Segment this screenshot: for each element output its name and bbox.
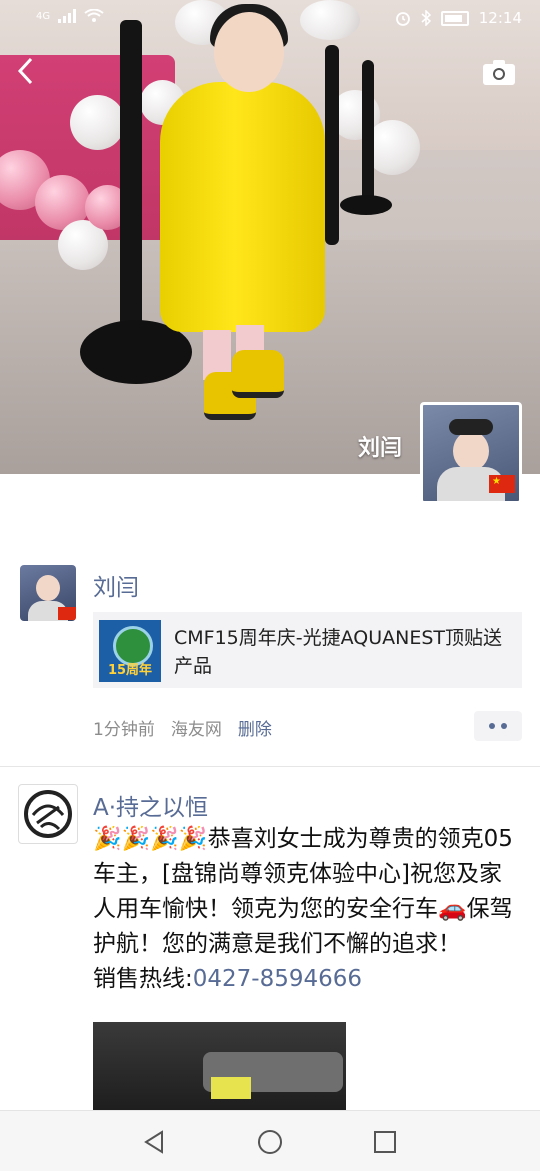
system-nav-bar — [0, 1110, 540, 1171]
network-type: 4G — [36, 10, 51, 22]
china-flag-icon — [58, 607, 76, 620]
thumb-caption: 15周年 — [107, 663, 153, 678]
hotline-number[interactable]: 0427-8594666 — [193, 966, 362, 992]
post-time: 1分钟前 — [93, 720, 155, 740]
avatar-face — [453, 431, 489, 471]
post-body: 🎉🎉🎉🎉恭喜刘女士成为尊贵的领克05车主，[盘锦尚尊领克体验中心]祝您及家人用车… — [93, 822, 513, 997]
balloon — [70, 95, 125, 150]
moment-post: 刘闫 15周年 CMF15周年庆-光捷AQUANEST顶贴送产品 1分钟前 海友… — [0, 545, 540, 765]
stanchion-base — [340, 195, 392, 215]
nav-back-button[interactable] — [142, 1129, 168, 1155]
avatar-face — [36, 575, 60, 601]
cover-username: 刘闫 — [357, 436, 402, 461]
chevron-left-icon — [17, 57, 33, 85]
more-actions-button[interactable] — [474, 711, 522, 741]
china-flag-icon: ★ — [489, 475, 515, 493]
stanchion-pole — [325, 45, 339, 245]
post-meta: 1分钟前 海友网 删除 — [93, 715, 272, 740]
child-boot — [232, 350, 284, 398]
car-emoji: 🚗 — [438, 896, 467, 922]
camera-icon — [483, 60, 515, 85]
alarm-icon — [395, 12, 410, 26]
triangle-back-icon — [144, 1130, 163, 1154]
circle-home-icon — [258, 1130, 282, 1154]
author-avatar[interactable] — [18, 784, 78, 844]
status-time: 12:14 — [478, 9, 522, 27]
signal-icon — [58, 9, 77, 23]
post-image[interactable] — [93, 1022, 346, 1110]
hotline-label: 销售热线: — [93, 966, 193, 992]
child-yellow-coat — [160, 82, 325, 332]
dot-icon — [489, 723, 495, 729]
status-bar: 4G 12:14 — [0, 0, 540, 36]
link-title: CMF15周年庆-光捷AQUANEST顶贴送产品 — [174, 627, 503, 677]
profile-avatar[interactable]: ★ — [420, 402, 522, 504]
party-emoji: 🎉🎉🎉🎉 — [93, 826, 208, 852]
author-name[interactable]: A·持之以恒 — [93, 788, 208, 822]
moment-post: A·持之以恒 🎉🎉🎉🎉恭喜刘女士成为尊贵的领克05车主，[盘锦尚尊领克体验中心]… — [0, 767, 540, 1110]
camera-button[interactable] — [482, 58, 516, 86]
avatar-hat — [449, 419, 493, 435]
post-source[interactable]: 海友网 — [171, 715, 222, 740]
bluetooth-icon — [421, 10, 431, 26]
wifi-icon — [84, 9, 104, 22]
battery-icon — [440, 10, 469, 26]
shared-link-card[interactable]: 15周年 CMF15周年庆-光捷AQUANEST顶贴送产品 — [93, 612, 522, 688]
link-thumbnail: 15周年 — [99, 620, 161, 682]
square-recent-icon — [374, 1131, 396, 1153]
author-avatar[interactable] — [20, 565, 76, 621]
stanchion-pole — [120, 20, 142, 350]
author-name[interactable]: 刘闫 — [93, 568, 139, 602]
back-button[interactable] — [16, 56, 46, 90]
image-detail — [211, 1077, 251, 1099]
stanchion-pole — [362, 60, 374, 210]
dot-icon — [501, 723, 507, 729]
nav-recent-button[interactable] — [372, 1129, 398, 1155]
calligraphy-logo-icon — [24, 790, 72, 838]
delete-link[interactable]: 删除 — [238, 715, 272, 740]
nav-home-button[interactable] — [257, 1129, 283, 1155]
